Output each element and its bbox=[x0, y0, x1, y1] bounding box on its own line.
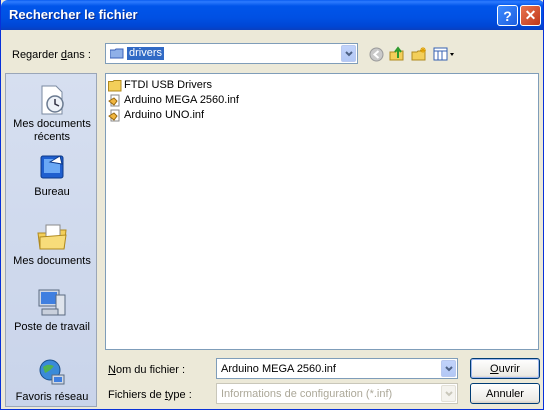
place-label: Poste de travail bbox=[14, 321, 90, 333]
back-button[interactable] bbox=[367, 45, 385, 63]
file-list[interactable]: FTDI USB Drivers Arduino MEGA 2560.inf A… bbox=[105, 73, 539, 350]
up-folder-icon bbox=[389, 46, 404, 61]
network-places-icon bbox=[39, 359, 65, 385]
close-icon: ✕ bbox=[524, 7, 537, 23]
up-folder-button[interactable] bbox=[388, 45, 406, 63]
place-label: Mes documents récents bbox=[13, 118, 91, 143]
my-computer-icon bbox=[38, 289, 66, 316]
file-name: Arduino MEGA 2560.inf bbox=[124, 94, 239, 106]
file-dialog-window: Rechercher le fichier ? ✕ Regarder dans … bbox=[0, 0, 544, 410]
file-name: FTDI USB Drivers bbox=[124, 79, 212, 91]
file-type-label: Fichiers de type : bbox=[108, 389, 192, 401]
places-bar: Mes documents récents Bureau Mes documen… bbox=[5, 73, 97, 407]
folder-icon bbox=[110, 48, 124, 59]
close-button[interactable]: ✕ bbox=[520, 5, 541, 26]
chevron-down-icon bbox=[344, 50, 353, 56]
place-recent-documents[interactable]: Mes documents récents bbox=[6, 84, 98, 144]
file-name: Arduino UNO.inf bbox=[124, 109, 205, 121]
new-folder-button[interactable] bbox=[410, 45, 428, 63]
look-in-combo[interactable]: drivers bbox=[105, 43, 358, 64]
look-in-dropdown-button[interactable] bbox=[341, 45, 356, 62]
window-title: Rechercher le fichier bbox=[9, 7, 138, 22]
setup-information-file-icon bbox=[108, 109, 120, 121]
file-name-input[interactable]: Arduino MEGA 2560.inf bbox=[221, 363, 336, 375]
help-icon: ? bbox=[503, 7, 512, 24]
file-name-dropdown-button[interactable] bbox=[441, 360, 456, 377]
place-desktop[interactable]: Bureau bbox=[6, 152, 98, 199]
file-type-combo: Informations de configuration (*.inf) bbox=[216, 383, 458, 404]
chevron-down-icon bbox=[444, 390, 453, 396]
file-type-dropdown-button bbox=[441, 385, 456, 402]
view-menu-button[interactable] bbox=[432, 45, 456, 63]
desktop-icon bbox=[40, 155, 64, 179]
open-button[interactable]: Ouvrir bbox=[470, 358, 540, 379]
list-item[interactable]: Arduino UNO.inf bbox=[108, 108, 204, 122]
place-label: Bureau bbox=[34, 186, 70, 198]
my-documents-icon bbox=[37, 224, 67, 250]
folder-icon bbox=[108, 79, 122, 91]
recent-documents-icon bbox=[41, 85, 64, 115]
cancel-button[interactable]: Annuler bbox=[470, 383, 540, 404]
view-grid-icon bbox=[433, 47, 454, 61]
list-item[interactable]: FTDI USB Drivers bbox=[108, 78, 212, 92]
help-button[interactable]: ? bbox=[497, 5, 518, 26]
place-my-documents[interactable]: Mes documents bbox=[6, 221, 98, 268]
list-item[interactable]: Arduino MEGA 2560.inf bbox=[108, 93, 239, 107]
file-type-value: Informations de configuration (*.inf) bbox=[221, 388, 393, 400]
look-in-label: Regarder dans : bbox=[12, 49, 91, 61]
current-folder-name: drivers bbox=[127, 47, 165, 60]
chevron-down-icon bbox=[444, 365, 453, 371]
back-arrow-icon bbox=[369, 47, 383, 61]
place-my-computer[interactable]: Poste de travail bbox=[6, 287, 98, 334]
file-name-combo[interactable]: Arduino MEGA 2560.inf bbox=[216, 358, 458, 379]
place-network-places[interactable]: Favoris réseau bbox=[6, 357, 98, 404]
title-bar[interactable]: Rechercher le fichier ? ✕ bbox=[1, 0, 543, 30]
new-folder-icon bbox=[411, 47, 426, 61]
place-label: Favoris réseau bbox=[15, 391, 89, 403]
place-label: Mes documents bbox=[13, 255, 91, 267]
setup-information-file-icon bbox=[108, 94, 120, 106]
file-name-label: Nom du fichier : bbox=[108, 364, 186, 376]
